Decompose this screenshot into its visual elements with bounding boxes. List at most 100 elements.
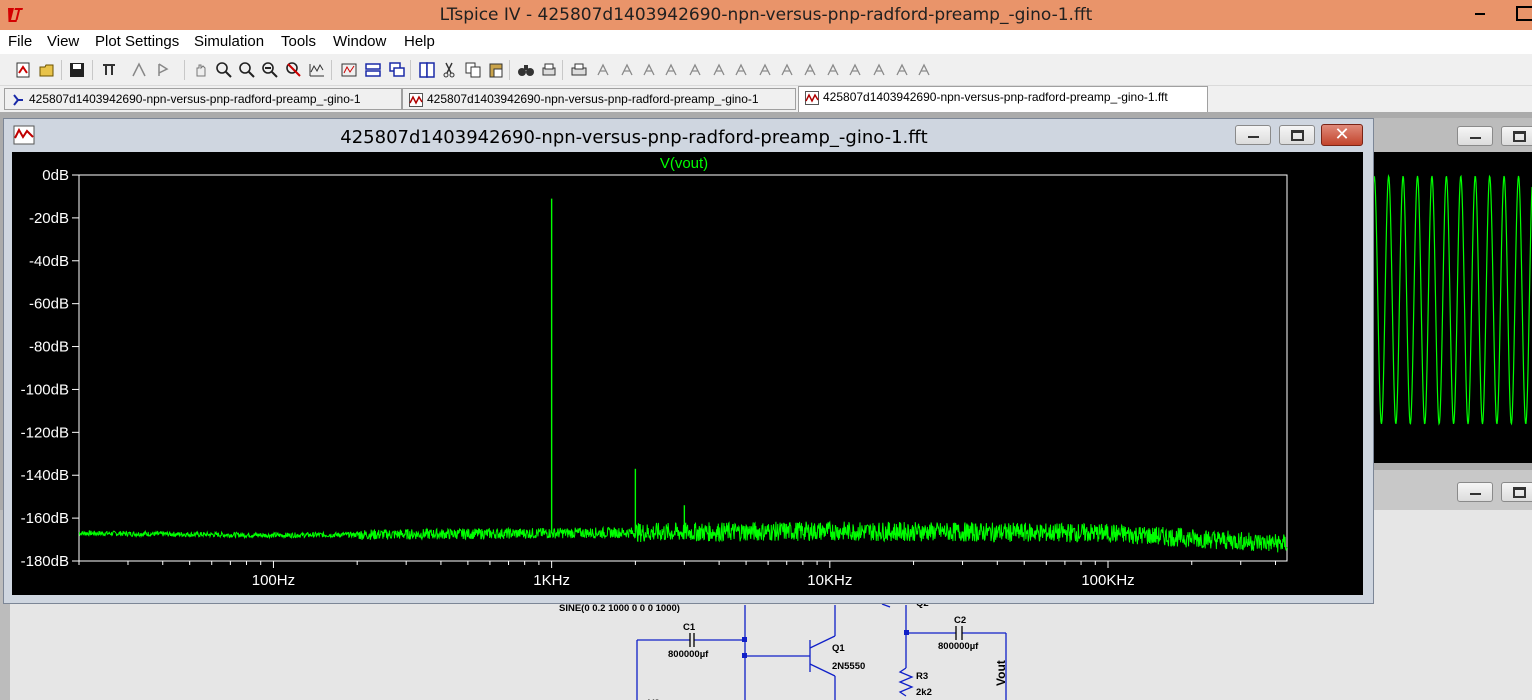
- maximize-button[interactable]: [1279, 125, 1315, 145]
- junction-dot: [742, 637, 747, 642]
- capacitor-icon[interactable]: [686, 61, 704, 79]
- fft-window-title: 425807d1403942690-npn-versus-pnp-radford…: [340, 127, 928, 148]
- tab-schematic[interactable]: 425807d1403942690-npn-versus-pnp-radford…: [4, 88, 402, 110]
- minimize-button[interactable]: [1475, 13, 1485, 15]
- paste-icon[interactable]: [487, 61, 505, 79]
- tab-waveform[interactable]: 425807d1403942690-npn-versus-pnp-radford…: [402, 88, 796, 110]
- y-tick-label: -160dB: [21, 510, 69, 527]
- fft-plot-area[interactable]: V(vout) 0dB -20dB -40dB -60dB -80dB -100dB -120…: [12, 152, 1363, 595]
- y-tick-label: -80dB: [29, 339, 69, 356]
- diode-icon[interactable]: [732, 61, 750, 79]
- resistor-icon[interactable]: [662, 61, 680, 79]
- tab-label: 425807d1403942690-npn-versus-pnp-radford…: [823, 90, 1168, 104]
- maximize-button[interactable]: [1501, 126, 1532, 146]
- cut-icon[interactable]: [440, 61, 458, 79]
- menu-plot-settings[interactable]: Plot Settings: [95, 33, 179, 50]
- maximize-button[interactable]: [1501, 482, 1532, 502]
- tab-fft[interactable]: 425807d1403942690-npn-versus-pnp-radford…: [798, 86, 1208, 112]
- autorange-icon[interactable]: [308, 61, 326, 79]
- print-icon[interactable]: [570, 61, 588, 79]
- halt-icon[interactable]: [154, 61, 172, 79]
- trace-label[interactable]: V(vout): [660, 155, 708, 172]
- maximize-button[interactable]: [1516, 6, 1532, 21]
- y-tick-label: 0dB: [42, 167, 69, 184]
- fit-icon[interactable]: [340, 61, 358, 79]
- y-tick-label: -180dB: [21, 553, 69, 570]
- toolbar-separator: [184, 60, 185, 80]
- close-button[interactable]: ✕: [1321, 124, 1363, 146]
- fft-plot-window[interactable]: 425807d1403942690-npn-versus-pnp-radford…: [3, 118, 1374, 604]
- schematic-icon: [13, 94, 23, 106]
- c1-value: 800000µf: [668, 649, 709, 660]
- menu-view[interactable]: View: [47, 33, 79, 50]
- new-schematic-icon[interactable]: [14, 61, 32, 79]
- r3-value: 2k2: [916, 687, 932, 698]
- q2-lead: [881, 603, 891, 608]
- menu-help[interactable]: Help: [404, 33, 435, 50]
- r3-name: R3: [916, 671, 928, 682]
- minimize-button[interactable]: [1457, 126, 1493, 146]
- toolbar-separator: [410, 60, 411, 80]
- minimize-button[interactable]: [1457, 482, 1493, 502]
- fft-window-titlebar[interactable]: 425807d1403942690-npn-versus-pnp-radford…: [4, 119, 1373, 151]
- fft-chart[interactable]: V(vout) 0dB -20dB -40dB -60dB -80dB -100dB -120…: [12, 152, 1363, 595]
- menu-simulation[interactable]: Simulation: [194, 33, 264, 50]
- ground-icon[interactable]: [618, 61, 636, 79]
- q1-name: Q1: [832, 643, 845, 654]
- menu-file[interactable]: File: [8, 33, 32, 50]
- mirror-icon[interactable]: [893, 61, 911, 79]
- vout-noise-floor-trace: [78, 520, 1288, 553]
- junction-dot: [904, 630, 909, 635]
- transient-trace: [1370, 174, 1532, 426]
- inductor-icon[interactable]: [710, 61, 728, 79]
- menu-tools[interactable]: Tools: [281, 33, 316, 50]
- menu-window[interactable]: Window: [333, 33, 386, 50]
- x-tick-label: 10KHz: [807, 572, 852, 589]
- toolbar: [0, 54, 1532, 86]
- print-preview-icon[interactable]: [540, 61, 558, 79]
- y-tick-label: -40dB: [29, 253, 69, 270]
- find-icon[interactable]: [517, 61, 535, 79]
- toolbar-separator: [509, 60, 510, 80]
- component-icon[interactable]: [756, 61, 774, 79]
- title-bar: LTspice IV - 425807d1403942690-npn-versu…: [0, 0, 1532, 30]
- label-icon[interactable]: [640, 61, 658, 79]
- window-title: LTspice IV - 425807d1403942690-npn-versu…: [439, 5, 1093, 25]
- tab-label: 425807d1403942690-npn-versus-pnp-radford…: [29, 92, 361, 106]
- open-icon[interactable]: [38, 61, 56, 79]
- redo-icon[interactable]: [846, 61, 864, 79]
- drag-icon[interactable]: [801, 61, 819, 79]
- transient-plot-area[interactable]: 72ms: [1370, 152, 1532, 488]
- y-tick-label: -60dB: [29, 296, 69, 313]
- zoom-in-icon[interactable]: [215, 61, 233, 79]
- transient-plot-window[interactable]: 72ms: [1370, 118, 1532, 488]
- move-icon[interactable]: [778, 61, 796, 79]
- transient-window-titlebar: [1370, 118, 1532, 152]
- save-icon[interactable]: [68, 61, 86, 79]
- background-window[interactable]: [1370, 470, 1532, 510]
- y-tick-label: -100dB: [21, 381, 69, 398]
- copy-icon[interactable]: [464, 61, 482, 79]
- zoom-cancel-icon[interactable]: [285, 61, 303, 79]
- text-icon[interactable]: [915, 61, 933, 79]
- zoom-out-icon[interactable]: [261, 61, 279, 79]
- plot-frame: [78, 174, 1288, 562]
- x-tick-label: 100Hz: [252, 572, 295, 589]
- wire-icon[interactable]: [594, 61, 612, 79]
- waveform-icon: [409, 93, 423, 107]
- rotate-icon[interactable]: [870, 61, 888, 79]
- tile-horizontal-icon[interactable]: [418, 61, 436, 79]
- waveform-icon: [805, 91, 819, 105]
- toolbar-separator: [331, 60, 332, 80]
- tile-vertical-icon[interactable]: [364, 61, 382, 79]
- cascade-icon[interactable]: [388, 61, 406, 79]
- menu-bar: File View Plot Settings Simulation Tools…: [0, 30, 1532, 54]
- tab-label: 425807d1403942690-npn-versus-pnp-radford…: [427, 92, 759, 106]
- control-panel-icon[interactable]: [100, 61, 118, 79]
- zoom-rect-icon[interactable]: [238, 61, 256, 79]
- undo-icon[interactable]: [824, 61, 842, 79]
- y-tick-label: -20dB: [29, 210, 69, 227]
- pan-icon[interactable]: [192, 61, 210, 79]
- run-icon[interactable]: [130, 61, 148, 79]
- minimize-button[interactable]: [1235, 125, 1271, 145]
